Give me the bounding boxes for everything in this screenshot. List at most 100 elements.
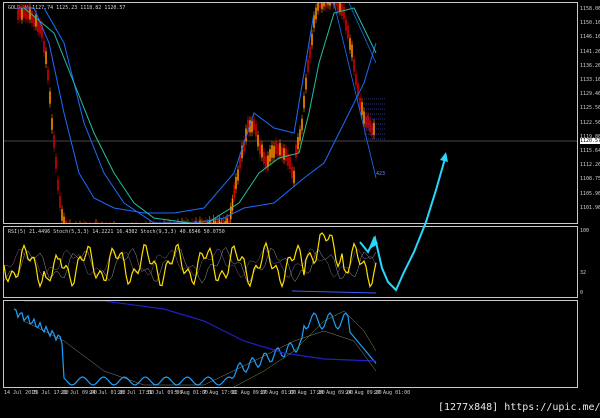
price-tick-label: 1101.96 bbox=[580, 204, 600, 211]
candle-body bbox=[347, 25, 349, 39]
candle-body bbox=[351, 44, 353, 58]
price-tick-label: 1141.26 bbox=[580, 48, 600, 55]
candle-body bbox=[226, 218, 228, 223]
candle-body bbox=[297, 137, 299, 149]
candle-body bbox=[31, 11, 33, 23]
candle-body bbox=[369, 120, 371, 132]
candle-body bbox=[233, 185, 236, 198]
lower-envelope-line bbox=[23, 320, 377, 386]
candle-body bbox=[337, 3, 339, 11]
price-tick-label: 1129.46 bbox=[580, 91, 600, 98]
candle-body bbox=[303, 95, 305, 109]
candle-body bbox=[365, 116, 367, 128]
candle-body bbox=[45, 51, 47, 65]
candle-body bbox=[37, 20, 39, 33]
trend-line bbox=[348, 3, 377, 64]
candle-body bbox=[261, 144, 263, 158]
candle-body bbox=[228, 220, 230, 223]
candle-body bbox=[23, 5, 25, 18]
current-price-label: 1120.57 bbox=[580, 138, 600, 144]
candle-body bbox=[355, 73, 357, 86]
price-tick-label: 1112.26 bbox=[580, 162, 600, 169]
candle-body bbox=[55, 157, 57, 169]
fib-level-label: 423 bbox=[376, 171, 385, 177]
divergence-line bbox=[291, 290, 377, 294]
candle-body bbox=[35, 14, 37, 27]
rsi-axis: 100 32 0 bbox=[578, 226, 600, 298]
candle-body bbox=[277, 144, 279, 156]
candle-body bbox=[237, 169, 239, 181]
price-tick-label: 1133.16 bbox=[580, 77, 600, 83]
rsi-tick-label: 32 bbox=[580, 270, 587, 276]
candle-body bbox=[317, 3, 319, 11]
candle-body bbox=[51, 118, 53, 130]
candle-body bbox=[269, 149, 271, 162]
candle-body bbox=[53, 135, 55, 148]
candle-body bbox=[224, 221, 226, 223]
rsi-stoch-pane[interactable]: RSI(5) 21.4496 Stoch(5,3,3) 14.2221 16.4… bbox=[3, 226, 578, 298]
candle-body bbox=[291, 166, 293, 179]
upper-band-line bbox=[18, 7, 315, 214]
candle-body bbox=[49, 91, 51, 104]
candle-body bbox=[307, 59, 309, 73]
candle-body bbox=[293, 170, 295, 184]
candle-body bbox=[295, 144, 297, 158]
trading-chart-window: GOLD,H4 1127.74 1125.23 1118.82 1120.57 … bbox=[0, 0, 600, 418]
candle-body bbox=[363, 111, 365, 124]
candle-body bbox=[220, 222, 223, 223]
candle-body bbox=[27, 7, 29, 20]
candle-body bbox=[353, 59, 355, 72]
candle-body bbox=[321, 3, 323, 9]
candle-body bbox=[218, 220, 221, 223]
price-chart-pane[interactable]: GOLD,H4 1127.74 1125.23 1118.82 1120.57 … bbox=[3, 2, 578, 224]
candle-body bbox=[325, 3, 327, 8]
candle-body bbox=[305, 77, 307, 90]
price-tick-label: 1150.16 bbox=[580, 20, 600, 27]
candle-body bbox=[335, 3, 337, 6]
time-axis: 14 Jul 2015 16 Jul 17:00 21 Jul 09:00 24 Ju… bbox=[3, 388, 578, 400]
lower-indicator-line bbox=[13, 308, 377, 386]
candle-body bbox=[222, 219, 225, 223]
candle-body bbox=[251, 121, 253, 133]
candle-body bbox=[331, 3, 333, 4]
candle-body bbox=[43, 40, 45, 53]
candle-body bbox=[273, 145, 275, 158]
candle-body bbox=[271, 145, 273, 158]
trend-line bbox=[333, 3, 377, 179]
candle-body bbox=[345, 19, 347, 31]
candle-body bbox=[329, 3, 331, 6]
candle-body bbox=[299, 129, 301, 141]
candle-body bbox=[315, 7, 317, 20]
candle-body bbox=[289, 157, 291, 169]
candle-body bbox=[61, 209, 63, 221]
candle-body bbox=[255, 124, 257, 137]
candle-body bbox=[257, 134, 259, 147]
candle-body bbox=[341, 4, 343, 16]
lower-signal-line bbox=[233, 310, 377, 387]
candle-body bbox=[309, 46, 311, 59]
candle-body bbox=[259, 142, 261, 155]
candle-body bbox=[59, 195, 61, 209]
candle-body bbox=[323, 3, 325, 7]
candle-body bbox=[339, 3, 341, 12]
candle-body bbox=[17, 8, 19, 21]
candle-body bbox=[235, 177, 237, 189]
candle-body bbox=[343, 7, 345, 19]
candle-body bbox=[361, 102, 363, 115]
candle-body bbox=[65, 220, 67, 223]
rsi-line bbox=[4, 232, 377, 289]
price-tick-label: 1108.75 bbox=[580, 176, 600, 183]
candle-body bbox=[263, 152, 265, 164]
candle-body bbox=[210, 222, 213, 223]
candle-body bbox=[301, 118, 303, 131]
price-tick-label: 1115.64 bbox=[580, 148, 600, 154]
time-tick-label: 27 Aug 01:00 bbox=[374, 390, 411, 396]
price-tick-label: 1146.16 bbox=[580, 34, 600, 41]
candle-body bbox=[327, 3, 329, 5]
candle-body bbox=[57, 179, 59, 191]
image-size-watermark: [1277x848] https://upic.me/ bbox=[438, 402, 600, 413]
candle-body bbox=[267, 155, 269, 167]
candle-body bbox=[231, 198, 234, 211]
rsi-tick-label: 0 bbox=[580, 290, 584, 296]
lower-indicator-pane[interactable] bbox=[3, 300, 578, 388]
